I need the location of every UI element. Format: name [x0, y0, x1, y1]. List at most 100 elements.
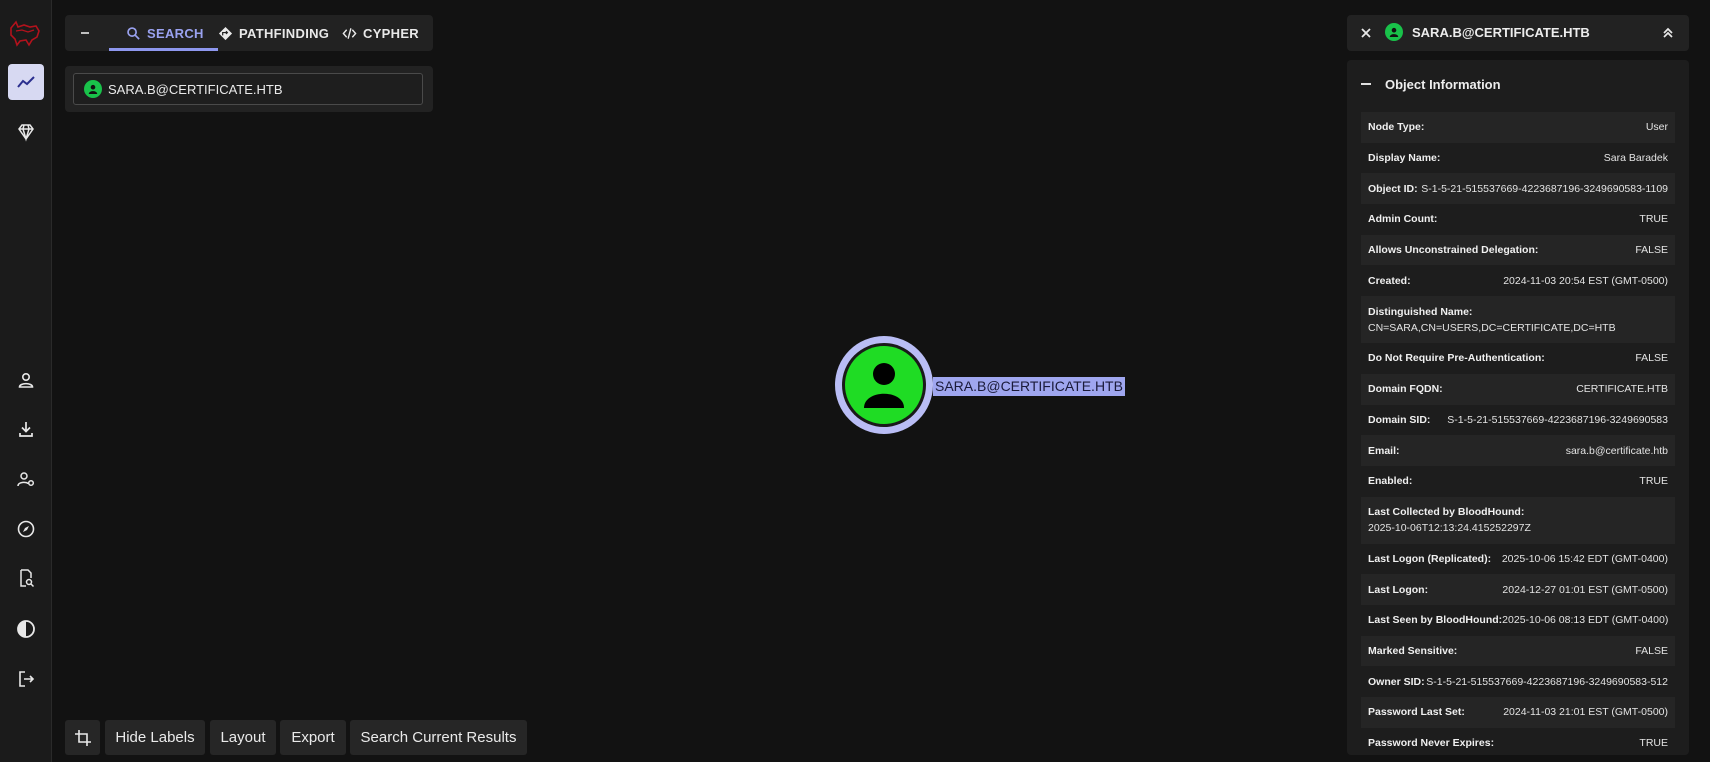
document-search-nav-button[interactable]: [8, 560, 44, 596]
property-value: 2025-10-06 15:42 EDT (GMT-0400): [1501, 552, 1668, 565]
minus-icon: [81, 32, 89, 34]
property-key: Enabled:: [1368, 475, 1413, 488]
graph-toolbar: Hide Labels Layout Export Search Current…: [65, 720, 527, 755]
search-input-value: SARA.B@CERTIFICATE.HTB: [108, 81, 283, 97]
theme-toggle-button[interactable]: [8, 611, 44, 647]
property-value: FALSE: [1635, 244, 1668, 257]
property-key: Do Not Require Pre-Authentication:: [1368, 352, 1545, 365]
property-row: Last Logon: 2024-12-27 01:01 EST (GMT-050…: [1361, 574, 1675, 605]
pathfinding-icon: [218, 26, 233, 40]
search-tabs-bar: SEARCH PATHFINDING CYPHER: [65, 15, 433, 51]
property-value: TRUE: [1639, 475, 1668, 488]
tab-cypher-label: CYPHER: [363, 25, 419, 41]
property-value: S-1-5-21-515537669-4223687196-3249690583…: [1426, 675, 1668, 688]
property-value: S-1-5-21-515537669-4223687196-3249690583…: [1421, 182, 1668, 195]
property-value: Sara Baradek: [1603, 152, 1668, 165]
property-row: Node Type: User: [1361, 112, 1675, 143]
property-row: Email: sara.b@certificate.htb: [1361, 435, 1675, 466]
property-value: User: [1645, 121, 1668, 134]
graph-node-user[interactable]: [835, 336, 933, 434]
compass-icon: [17, 520, 35, 538]
property-row: Object ID: S-1-5-21-515537669-4223687196-…: [1361, 173, 1675, 205]
property-value: FALSE: [1635, 352, 1668, 365]
property-key: Domain SID:: [1368, 413, 1431, 426]
tab-search[interactable]: SEARCH: [126, 15, 204, 51]
tab-pathfinding[interactable]: PATHFINDING: [218, 15, 329, 51]
attack-paths-nav-button[interactable]: [8, 114, 44, 150]
property-row: Do Not Require Pre-Authentication: FALSE: [1361, 343, 1675, 374]
layout-button[interactable]: Layout: [210, 720, 276, 755]
chevron-double-up-icon[interactable]: [1659, 24, 1677, 42]
graph-node-label[interactable]: SARA.B@CERTIFICATE.HTB: [933, 377, 1125, 396]
property-row: Last Collected by BloodHound: 2025-10-06T…: [1361, 496, 1675, 544]
download-nav-button[interactable]: [8, 411, 44, 447]
bloodhound-logo-icon[interactable]: [8, 18, 42, 48]
property-row: Enabled: TRUE: [1361, 466, 1675, 497]
property-key: Last Collected by BloodHound:: [1368, 506, 1525, 519]
profile-nav-button[interactable]: [8, 362, 44, 398]
user-node-icon: [84, 80, 102, 98]
property-row: Password Never Expires: TRUE: [1361, 728, 1675, 755]
property-row: Owner SID: S-1-5-21-515537669-4223687196-…: [1361, 666, 1675, 697]
property-key: Last Logon (Replicated):: [1368, 552, 1492, 565]
search-panel: SARA.B@CERTIFICATE.HTB: [65, 66, 433, 112]
property-key: Marked Sensitive:: [1368, 644, 1458, 657]
property-key: Password Last Set:: [1368, 706, 1465, 719]
property-value: 2024-11-03 21:01 EST (GMT-0500): [1503, 706, 1668, 719]
user-icon: [864, 363, 904, 408]
close-icon[interactable]: [1357, 24, 1375, 42]
property-key: Domain FQDN:: [1368, 383, 1443, 396]
user-node-icon: [1385, 23, 1403, 41]
entity-panel: Object Information Node Type: User Display…: [1347, 60, 1689, 755]
search-current-results-button[interactable]: Search Current Results: [350, 720, 527, 755]
section-title: Object Information: [1385, 76, 1501, 92]
property-value: CERTIFICATE.HTB: [1576, 383, 1668, 396]
explore-compass-nav-button[interactable]: [8, 511, 44, 547]
property-row: Distinguished Name: CN=SARA,CN=USERS,DC=C…: [1361, 296, 1675, 344]
export-button[interactable]: Export: [280, 720, 346, 755]
property-key: Created:: [1368, 274, 1411, 287]
property-key: Password Never Expires:: [1368, 737, 1495, 750]
property-key: Distinguished Name:: [1368, 305, 1473, 318]
left-nav-rail: [0, 0, 52, 762]
tab-cypher[interactable]: CYPHER: [342, 15, 419, 51]
crop-button[interactable]: [65, 720, 100, 755]
property-key: Last Seen by BloodHound:: [1368, 614, 1503, 627]
tab-pathfinding-label: PATHFINDING: [239, 25, 330, 41]
crop-icon: [74, 729, 91, 746]
property-value: 2024-12-27 01:01 EST (GMT-0500): [1502, 583, 1668, 596]
property-key: Allows Unconstrained Delegation:: [1368, 244, 1539, 257]
property-value: 2024-11-03 20:54 EST (GMT-0500): [1503, 274, 1668, 287]
object-information-header[interactable]: Object Information: [1347, 60, 1689, 108]
user-settings-nav-button[interactable]: [8, 461, 44, 497]
property-key: Email:: [1368, 444, 1400, 457]
property-list: Node Type: User Display Name: Sara Baradek O…: [1361, 112, 1675, 755]
logout-nav-button[interactable]: [8, 661, 44, 697]
property-value: 2025-10-06 08:13 EDT (GMT-0400): [1502, 614, 1669, 627]
property-row: Marked Sensitive: FALSE: [1361, 635, 1675, 667]
hide-labels-button[interactable]: Hide Labels: [105, 720, 205, 755]
logout-icon: [19, 671, 35, 687]
property-value: S-1-5-21-515537669-4223687196-3249690583: [1447, 413, 1668, 426]
property-row: Domain SID: S-1-5-21-515537669-4223687196…: [1361, 405, 1675, 436]
entity-title: SARA.B@CERTIFICATE.HTB: [1412, 25, 1590, 40]
person-icon: [18, 372, 34, 388]
search-input[interactable]: SARA.B@CERTIFICATE.HTB: [73, 73, 423, 105]
property-key: Display Name:: [1368, 152, 1441, 165]
trend-icon: [17, 76, 35, 88]
property-row: Domain FQDN: CERTIFICATE.HTB: [1361, 373, 1675, 405]
collapse-icon: [1361, 83, 1371, 85]
property-row: Allows Unconstrained Delegation: FALSE: [1361, 234, 1675, 266]
property-value: TRUE: [1639, 737, 1668, 750]
property-row: Last Logon (Replicated): 2025-10-06 15:42…: [1361, 544, 1675, 575]
contrast-icon: [17, 620, 35, 638]
property-value: FALSE: [1635, 644, 1668, 657]
search-icon: [127, 26, 140, 40]
collapse-search-button[interactable]: [73, 21, 97, 45]
property-value: 2025-10-06T12:13:24.415252297Z: [1368, 522, 1531, 535]
diamond-icon: [18, 124, 34, 142]
explore-nav-button[interactable]: [8, 64, 44, 100]
property-row: Admin Count: TRUE: [1361, 204, 1675, 235]
property-value: sara.b@certificate.htb: [1565, 444, 1668, 457]
property-key: Owner SID:: [1368, 675, 1425, 688]
